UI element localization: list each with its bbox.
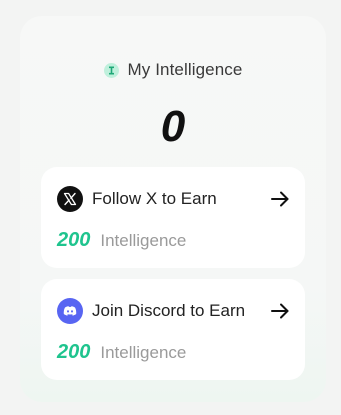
task-join-discord[interactable]: Join Discord to Earn 200 Intelligence bbox=[41, 279, 305, 380]
intelligence-icon bbox=[103, 62, 119, 78]
task-label: Follow X to Earn bbox=[92, 189, 217, 208]
x-logo-icon bbox=[57, 186, 83, 212]
task-label: Join Discord to Earn bbox=[92, 301, 246, 320]
reward-amount: 200 bbox=[57, 341, 91, 363]
reward-unit: Intelligence bbox=[100, 343, 187, 362]
card-title: My Intelligence bbox=[127, 60, 243, 79]
task-follow-x[interactable]: Follow X to Earn 200 Intelligence bbox=[41, 167, 305, 268]
arrow-right-icon[interactable] bbox=[269, 188, 291, 210]
discord-logo-icon bbox=[57, 298, 83, 324]
card-header: My Intelligence bbox=[20, 60, 326, 80]
task-reward: 200 Intelligence bbox=[57, 341, 186, 364]
intelligence-value: 0 bbox=[160, 102, 186, 151]
reward-unit: Intelligence bbox=[100, 231, 187, 250]
task-header: Join Discord to Earn bbox=[57, 298, 291, 324]
intelligence-card: My Intelligence 0 Follow X to Earn 200 I… bbox=[20, 16, 326, 402]
arrow-right-icon[interactable] bbox=[269, 300, 291, 322]
reward-amount: 200 bbox=[57, 229, 91, 251]
task-header: Follow X to Earn bbox=[57, 186, 291, 212]
task-reward: 200 Intelligence bbox=[57, 229, 186, 252]
